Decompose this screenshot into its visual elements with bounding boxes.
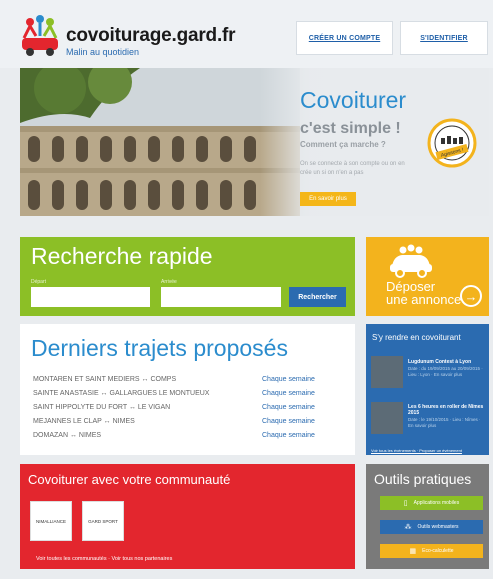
partner-logo[interactable]: NIMALLIANCE	[30, 501, 72, 541]
hero-title: Covoiturer	[300, 87, 407, 113]
trip-route[interactable]: MONTAREN ET SAINT MEDIERS ↔ COMPS	[33, 376, 176, 383]
login-button[interactable]: S'IDENTIFIER	[400, 21, 488, 55]
hero-banner	[20, 68, 489, 216]
mobile-apps-button[interactable]: ▯ Applications mobiles	[380, 496, 483, 510]
arrival-input[interactable]	[161, 287, 281, 307]
hero-how: Comment ça marche ?	[300, 140, 386, 149]
trip-frequency[interactable]: Chaque semaine	[262, 390, 315, 397]
search-title: Recherche rapide	[31, 243, 213, 269]
community-title: Covoiturer avec votre communauté	[28, 472, 231, 487]
webmaster-tools-button[interactable]: ⁂ Outils webmasters	[380, 520, 483, 534]
event-title[interactable]: Les 6 heures en roller de Nîmes 2015	[408, 404, 486, 416]
sitemap-icon: ⁂	[404, 524, 412, 531]
trip-route[interactable]: SAINT HIPPOLYTE DU FORT ↔ LE VIGAN	[33, 404, 170, 411]
trip-route[interactable]: SAINTE ANASTASIE ↔ GALLARGUES LE MONTUEU…	[33, 390, 209, 397]
event-photo[interactable]	[371, 402, 403, 434]
tool-label: Outils webmasters	[417, 524, 459, 530]
eco-calculator-button[interactable]: ▦ Eco-calculette	[380, 544, 483, 558]
trip-frequency[interactable]: Chaque semaine	[262, 404, 315, 411]
post-ad-line2: une annonce	[386, 292, 462, 307]
event-photo[interactable]	[371, 356, 403, 388]
post-ad-text[interactable]: Déposer une annonce	[386, 280, 461, 306]
event-meta: Date : du 19/09/2015 au 20/09/2015 · Lie…	[408, 366, 483, 377]
tool-label: Applications mobiles	[413, 500, 460, 506]
tools-title: Outils pratiques	[374, 471, 472, 487]
hero-text: On se connecte à son compte ou on en cré…	[300, 161, 405, 176]
trip-frequency[interactable]: Chaque semaine	[262, 418, 315, 425]
tool-label: Eco-calculette	[422, 548, 454, 554]
latest-trips-title: Derniers trajets proposés	[31, 335, 288, 361]
calculator-icon: ▦	[409, 548, 417, 555]
trip-frequency[interactable]: Chaque semaine	[262, 432, 315, 439]
create-account-button[interactable]: CRÉER UN COMPTE	[296, 21, 393, 55]
trip-frequency[interactable]: Chaque semaine	[262, 376, 315, 383]
car-icon	[390, 244, 432, 278]
arena-photo	[20, 68, 300, 216]
trip-route[interactable]: DOMAZAN ↔ NIMES	[33, 432, 101, 439]
badge-icon: Agissons !	[427, 118, 477, 168]
events-title: S'y rendre en covoiturant	[372, 333, 461, 342]
events-links[interactable]: Voir tous les événements · Proposer un é…	[371, 448, 462, 453]
logo-icon[interactable]	[20, 14, 60, 58]
event-meta: Date : le 19/10/2015 · Lieu : Nîmes · En…	[408, 417, 481, 428]
arrival-label: Arrivée	[161, 279, 177, 285]
hero-more-button[interactable]: En savoir plus	[300, 192, 356, 206]
community-links[interactable]: Voir toutes les communautés · Voir tous …	[36, 556, 172, 562]
site-tagline: Malin au quotidien	[66, 47, 140, 57]
events-panel	[366, 324, 489, 455]
departure-label: Départ	[31, 279, 47, 285]
search-button[interactable]: Rechercher	[289, 287, 346, 307]
event-title[interactable]: Lugdunum Contest à Lyon	[408, 359, 486, 365]
partner-logo[interactable]: GARD SPORT	[82, 501, 124, 541]
trip-route[interactable]: MEJANNES LE CLAP ↔ NIMES	[33, 418, 135, 425]
arrow-right-icon[interactable]: →	[460, 285, 482, 307]
hero-subtitle: c'est simple !	[300, 120, 401, 137]
departure-input[interactable]	[31, 287, 150, 307]
site-title[interactable]: covoiturage.gard.fr	[66, 25, 236, 47]
phone-icon: ▯	[403, 500, 408, 507]
